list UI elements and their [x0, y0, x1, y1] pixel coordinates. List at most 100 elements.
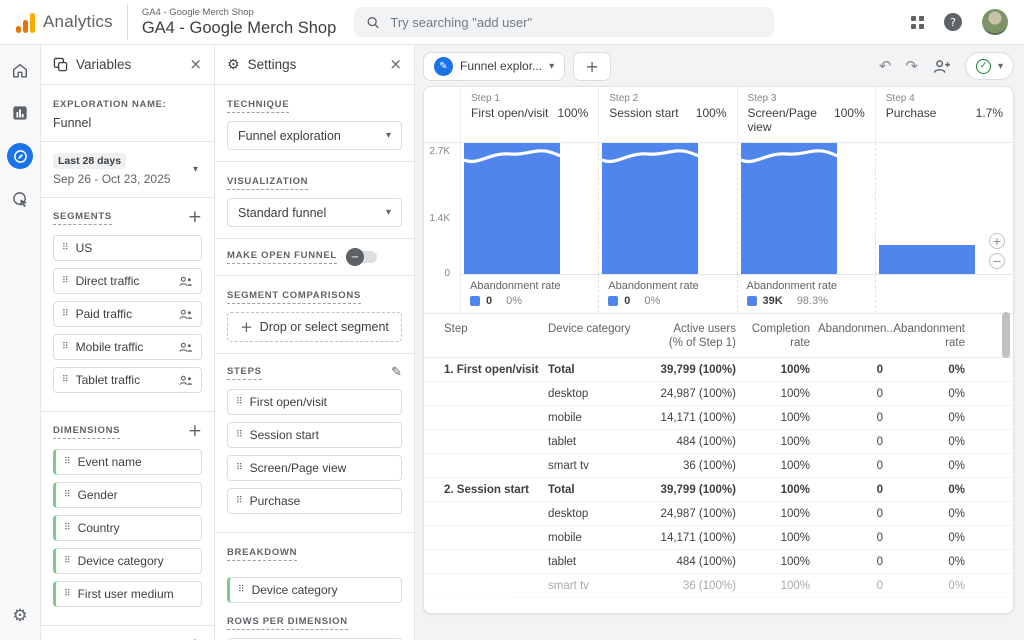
funnel-step-header[interactable]: Step 4 Purchase 1.7%: [875, 87, 1013, 142]
drag-handle-icon[interactable]: ⠿: [64, 458, 71, 467]
analytics-logo-icon[interactable]: [16, 12, 35, 33]
dimension-item[interactable]: ⠿ First user medium: [53, 581, 202, 607]
drag-handle-icon[interactable]: ⠿: [236, 431, 243, 440]
step-item[interactable]: ⠿ Purchase: [227, 488, 402, 514]
admin-gear-icon[interactable]: ⚙: [12, 606, 27, 626]
table-row[interactable]: smart tv 36 (100%) 100% 0 0%: [424, 454, 1013, 478]
step-item[interactable]: ⠿ Screen/Page view: [227, 455, 402, 481]
cell-completion-rate: 100%: [744, 412, 818, 424]
funnel-card: Step 1 First open/visit 100% Step 2 Sess…: [423, 86, 1014, 614]
table-row[interactable]: tablet 484 (100%) 100% 0 0%: [424, 430, 1013, 454]
undo-icon[interactable]: ↶: [879, 59, 892, 74]
settings-title: Settings: [248, 57, 297, 72]
drag-handle-icon[interactable]: ⠿: [62, 277, 69, 286]
search-input[interactable]: [390, 15, 762, 30]
close-icon[interactable]: ×: [389, 57, 402, 72]
funnel-column[interactable]: [737, 143, 875, 274]
tab-funnel-exploration[interactable]: ✎ Funnel explor... ▾: [423, 52, 565, 81]
cell-active-users: 14,171 (100%): [644, 532, 744, 544]
reports-icon[interactable]: [7, 100, 33, 126]
help-icon[interactable]: ?: [944, 13, 962, 31]
zoom-out-icon[interactable]: −: [989, 253, 1005, 269]
table-scrollbar[interactable]: [1002, 312, 1010, 358]
share-add-person-icon[interactable]: [932, 59, 951, 74]
explore-icon[interactable]: [7, 143, 33, 169]
segment-item[interactable]: ⠿ US: [53, 235, 202, 261]
drag-handle-icon[interactable]: ⠿: [236, 464, 243, 473]
dimension-item[interactable]: ⠿ Event name: [53, 449, 202, 475]
funnel-step-header[interactable]: Step 2 Session start 100%: [598, 87, 736, 142]
drag-handle-icon[interactable]: ⠿: [64, 491, 71, 500]
exploration-name-value[interactable]: Funnel: [53, 116, 202, 130]
home-icon[interactable]: [7, 57, 33, 83]
visualization-select[interactable]: Standard funnel ▾: [227, 198, 402, 227]
funnel-column[interactable]: [598, 143, 736, 274]
drag-handle-icon[interactable]: ⠿: [236, 398, 243, 407]
close-icon[interactable]: ×: [189, 57, 202, 72]
new-tab-button[interactable]: +: [573, 52, 611, 81]
segment-drop-target[interactable]: + Drop or select segment: [227, 312, 402, 342]
steps-label: STEPS: [227, 366, 262, 380]
table-row[interactable]: desktop 24,987 (100%) 100% 0 0%: [424, 502, 1013, 526]
funnel-step-header[interactable]: Step 1 First open/visit 100%: [460, 87, 598, 142]
dimension-item[interactable]: ⠿ Device category: [53, 548, 202, 574]
segment-item[interactable]: ⠿ Mobile traffic: [53, 334, 202, 360]
step-item[interactable]: ⠿ First open/visit: [227, 389, 402, 415]
cell-abandonment-rate: 0%: [891, 388, 973, 400]
apps-grid-icon[interactable]: [911, 16, 924, 29]
funnel-step-headers: Step 1 First open/visit 100% Step 2 Sess…: [424, 87, 1013, 143]
drag-handle-icon[interactable]: ⠿: [64, 557, 71, 566]
segment-item[interactable]: ⠿ Paid traffic: [53, 301, 202, 327]
breakdown-item[interactable]: ⠿ Device category: [227, 577, 402, 603]
drag-handle-icon[interactable]: ⠿: [64, 590, 71, 599]
drag-handle-icon[interactable]: ⠿: [62, 310, 69, 319]
table-row[interactable]: tablet 484 (100%) 100% 0 0%: [424, 550, 1013, 574]
dimension-item[interactable]: ⠿ Gender: [53, 482, 202, 508]
table-row[interactable]: desktop 24,987 (100%) 100% 0 0%: [424, 382, 1013, 406]
variables-title: Variables: [76, 57, 131, 72]
make-open-funnel-toggle[interactable]: −: [349, 251, 377, 263]
funnel-column[interactable]: [460, 143, 598, 274]
advertising-icon[interactable]: [7, 186, 33, 212]
edit-steps-pencil-icon[interactable]: ✎: [391, 365, 402, 380]
funnel-bar[interactable]: [464, 143, 560, 274]
funnel-bar[interactable]: [602, 143, 698, 274]
table-row[interactable]: 2. Session start Total 39,799 (100%) 100…: [424, 478, 1013, 502]
add-segment-icon[interactable]: +: [188, 209, 202, 226]
drag-handle-icon[interactable]: ⠿: [238, 586, 245, 595]
drag-handle-icon[interactable]: ⠿: [236, 497, 243, 506]
abandonment-label: Abandonment rate: [608, 280, 736, 292]
drag-handle-icon[interactable]: ⠿: [64, 524, 71, 533]
step-item[interactable]: ⠿ Session start: [227, 422, 402, 448]
table-row[interactable]: smart tv 36 (100%) 100% 0 0%: [424, 574, 1013, 598]
step-label: Screen/Page view: [250, 461, 347, 475]
funnel-step-header[interactable]: Step 3 Screen/Page view 100%: [737, 87, 875, 142]
saved-status-button[interactable]: ✓ ▾: [965, 52, 1014, 80]
dimension-item[interactable]: ⠿ Country: [53, 515, 202, 541]
chevron-down-icon: ▾: [549, 61, 554, 72]
technique-value: Funnel exploration: [238, 129, 341, 143]
drag-handle-icon[interactable]: ⠿: [62, 376, 69, 385]
drag-handle-icon[interactable]: ⠿: [62, 244, 69, 253]
segments-section: SEGMENTS + ⠿ US ⠿ Direct traffic: [41, 198, 214, 412]
date-range-selector[interactable]: Last 28 days Sep 26 - Oct 23, 2025 ▾: [41, 142, 214, 198]
redo-icon[interactable]: ↷: [905, 59, 918, 74]
app-name[interactable]: Analytics: [43, 12, 113, 32]
drag-handle-icon[interactable]: ⠿: [62, 343, 69, 352]
segment-item[interactable]: ⠿ Direct traffic: [53, 268, 202, 294]
property-breadcrumb[interactable]: GA4 - Google Merch Shop GA4 - Google Mer…: [127, 4, 336, 40]
funnel-bar[interactable]: [879, 245, 975, 274]
table-row[interactable]: mobile 14,171 (100%) 100% 0 0%: [424, 526, 1013, 550]
rows-per-dimension-label: ROWS PER DIMENSION: [227, 616, 348, 630]
funnel-bar[interactable]: [741, 143, 837, 274]
zoom-in-icon[interactable]: +: [989, 233, 1005, 249]
segment-label: Direct traffic: [76, 274, 140, 288]
add-dimension-icon[interactable]: +: [188, 423, 202, 440]
search-bar[interactable]: [354, 7, 774, 37]
avatar[interactable]: [982, 9, 1008, 35]
segment-item[interactable]: ⠿ Tablet traffic: [53, 367, 202, 393]
table-row[interactable]: mobile 14,171 (100%) 100% 0 0%: [424, 406, 1013, 430]
technique-select[interactable]: Funnel exploration ▾: [227, 121, 402, 150]
logo-bar: [16, 26, 21, 33]
table-row[interactable]: 1. First open/visit Total 39,799 (100%) …: [424, 358, 1013, 382]
